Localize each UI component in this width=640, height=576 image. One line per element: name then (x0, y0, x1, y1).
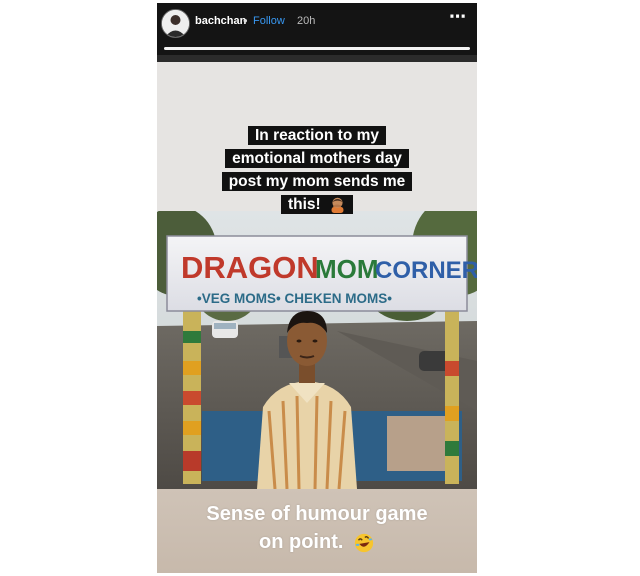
caption-line-1: In reaction to my (247, 126, 387, 145)
avatar[interactable] (161, 9, 190, 38)
caption-line-4: this! (287, 196, 321, 213)
separator-dot: • (243, 13, 248, 28)
bottom-caption-line-1: Sense of humour game (206, 503, 428, 525)
story-caption: In reaction to my emotional mothers day … (195, 124, 439, 216)
sign-title-mom: MOM (315, 254, 379, 284)
username[interactable]: bachchan (195, 15, 246, 27)
sign-title-corner: CORNER (375, 257, 477, 284)
more-options-icon[interactable]: ⋯ (449, 7, 467, 27)
rolling-on-floor-laughing-emoji (354, 533, 374, 552)
sign-title-dragon: DRAGON (181, 250, 319, 285)
caption-line-2: emotional mothers day (225, 149, 409, 168)
caption-line-3: post my mom sends me (221, 172, 413, 191)
bottom-caption: Sense of humour game on point. (157, 500, 477, 556)
story-progress-bar (164, 47, 470, 50)
post-time: 20h (297, 15, 316, 27)
story-viewer[interactable]: bachchan • Follow 20h ⋯ DRAGON MOM CORNE… (157, 3, 477, 573)
divider-band (157, 55, 477, 62)
person-facepalming-emoji (331, 198, 344, 214)
avatar-image (162, 10, 189, 37)
follow-button[interactable]: Follow (253, 15, 285, 27)
sign-subtitle: •VEG MOMS• CHEKEN MOMS• (197, 291, 392, 306)
story-header: bachchan • Follow 20h ⋯ (157, 3, 477, 55)
story-photo: DRAGON MOM CORNER •VEG MOMS• CHEKEN MOMS… (157, 211, 477, 489)
bottom-caption-line-2-wrap: on point. (157, 528, 477, 556)
bottom-caption-line-2: on point. (259, 531, 344, 553)
caption-line-4-wrap: this! (280, 195, 354, 214)
